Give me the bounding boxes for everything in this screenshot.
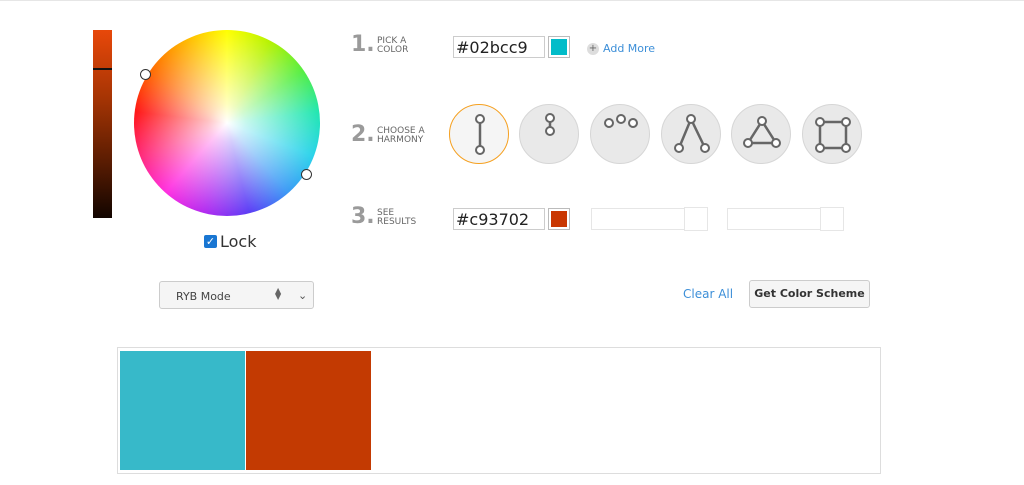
top-divider: [0, 0, 1024, 1]
monochromatic-icon: [545, 113, 555, 136]
wheel-handle-primary[interactable]: [140, 69, 151, 80]
pick-color-swatch[interactable]: [548, 36, 570, 58]
split-complementary-icon: [674, 114, 710, 153]
wheel-handle-complement[interactable]: [301, 169, 312, 180]
step-label: Choose a harmony: [377, 126, 425, 145]
lightness-slider-handle[interactable]: [93, 68, 112, 70]
harmony-split-complementary-button[interactable]: [661, 104, 721, 164]
harmony-triad-button[interactable]: [731, 104, 791, 164]
result-color-swatch-empty[interactable]: [820, 207, 844, 231]
scheme-swatch: [120, 351, 245, 470]
color-wheel[interactable]: [134, 30, 320, 216]
add-more-button[interactable]: + Add More: [587, 42, 655, 55]
sort-arrows-icon: ▲ ▼: [275, 286, 282, 301]
checkbox-icon[interactable]: ✓: [204, 235, 217, 248]
triad-icon: [743, 116, 781, 148]
get-color-scheme-button[interactable]: Get Color Scheme: [749, 280, 870, 308]
step-pick-color: 1. Pick a color: [351, 33, 433, 57]
complementary-icon: [475, 114, 485, 155]
step-number: 1.: [351, 32, 375, 57]
pick-color-swatch-fill: [551, 39, 567, 55]
step-label: Pick a color: [377, 36, 409, 55]
step-number: 3.: [351, 204, 375, 229]
step-number: 2.: [351, 122, 375, 147]
result-hex-input-empty[interactable]: [591, 208, 685, 230]
result-color-swatch[interactable]: [548, 208, 570, 230]
result-hex-input[interactable]: #c93702: [453, 208, 545, 230]
lightness-slider[interactable]: [93, 30, 112, 218]
square-icon: [815, 117, 851, 153]
scheme-swatch: [246, 351, 371, 470]
pick-hex-input[interactable]: #02bcc9: [453, 36, 545, 58]
harmony-analogous-button[interactable]: [590, 104, 650, 164]
add-more-label: Add More: [603, 42, 656, 55]
scheme-result-panel: [117, 347, 881, 474]
lock-label: Lock: [220, 232, 257, 251]
result-hex-input-empty[interactable]: [727, 208, 821, 230]
step-label: See results: [377, 208, 417, 227]
harmony-complementary-button[interactable]: [449, 104, 509, 164]
lock-option[interactable]: ✓ Lock: [204, 232, 256, 251]
harmony-monochromatic-button[interactable]: [519, 104, 579, 164]
color-mode-value: RYB Mode: [176, 290, 231, 303]
color-mode-select[interactable]: RYB Mode ▲ ▼ ⌄: [159, 281, 314, 309]
result-color-swatch-empty[interactable]: [684, 207, 708, 231]
clear-all-link[interactable]: Clear All: [683, 287, 733, 301]
harmony-square-button[interactable]: [802, 104, 862, 164]
step-choose-harmony: 2. Choose a harmony: [351, 123, 433, 147]
step-see-results: 3. See results: [351, 205, 433, 229]
plus-icon: +: [587, 42, 599, 55]
analogous-icon: [604, 114, 638, 128]
result-color-swatch-fill: [551, 211, 567, 227]
chevron-down-icon: ⌄: [298, 289, 308, 302]
